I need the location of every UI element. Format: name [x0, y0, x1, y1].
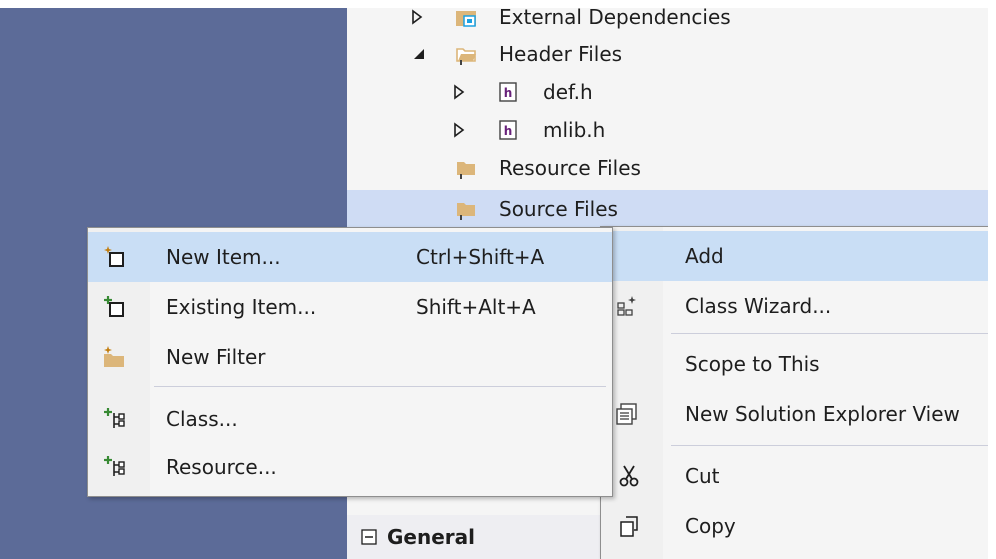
menu-item-label: Scope to This [685, 352, 820, 376]
tree-item-label: Header Files [499, 42, 623, 66]
tree-item-label: Source Files [499, 197, 618, 221]
svg-text:h: h [504, 86, 513, 100]
class-wizard-icon [617, 296, 636, 316]
menu-item-label: New Item... [166, 245, 281, 269]
menu-item-label: Cut [685, 464, 720, 488]
expand-arrow-icon[interactable] [451, 84, 467, 100]
tree-item-source-files[interactable]: Source Files [347, 190, 988, 228]
window-right-edge [988, 0, 996, 559]
existing-item-icon [104, 296, 124, 317]
menu-item-cut[interactable]: Cut [601, 451, 988, 501]
tree-item-def-h[interactable]: h def.h [347, 73, 988, 111]
external-dependencies-icon [456, 11, 476, 27]
menu-item-class-wizard[interactable]: Class Wizard... [601, 281, 988, 331]
header-file-icon: h [499, 82, 517, 102]
tree-item-label: External Dependencies [499, 8, 731, 29]
menu-item-label: Class Wizard... [685, 294, 832, 318]
tree-item-external-dependencies[interactable]: External Dependencies [347, 8, 988, 36]
menu-item-existing-item[interactable]: Existing Item... Shift+Alt+A [88, 282, 612, 332]
menu-item-shortcut: Ctrl+Shift+A [416, 245, 545, 269]
menu-item-new-filter[interactable]: New Filter [88, 332, 612, 382]
add-resource-icon [104, 456, 125, 476]
menu-item-class[interactable]: Class... [88, 394, 612, 444]
new-view-icon [616, 403, 637, 425]
menu-item-label: Add [685, 244, 724, 268]
menu-separator [671, 333, 989, 334]
folder-icon [457, 203, 475, 220]
add-class-icon [104, 408, 125, 428]
copy-icon [620, 516, 638, 537]
menu-item-label: New Filter [166, 345, 266, 369]
new-filter-icon [104, 346, 124, 367]
menu-item-label: Copy [685, 514, 736, 538]
menu-item-copy[interactable]: Copy [601, 501, 988, 551]
expand-arrow-icon[interactable] [409, 9, 425, 25]
menu-item-shortcut: Shift+Alt+A [416, 295, 536, 319]
section-title: General [387, 525, 475, 549]
new-item-icon [104, 246, 124, 267]
folder-open-icon [456, 48, 476, 65]
menu-item-label: Class... [166, 407, 238, 431]
tree-item-mlib-h[interactable]: h mlib.h [347, 111, 988, 149]
menu-item-new-item[interactable]: New Item... Ctrl+Shift+A [88, 232, 612, 282]
tree-item-header-files[interactable]: Header Files [347, 35, 988, 73]
menu-item-label: New Solution Explorer View [685, 402, 960, 426]
menu-item-label: Resource... [166, 455, 277, 479]
collapse-arrow-icon[interactable] [411, 46, 427, 62]
context-menu[interactable]: Add Class Wizard... Scope to This New So… [600, 226, 989, 559]
tree-item-label: Resource Files [499, 156, 641, 180]
svg-text:h: h [504, 124, 513, 138]
scissors-icon [619, 465, 639, 487]
header-file-icon: h [499, 120, 517, 140]
folder-icon [457, 162, 475, 179]
window-top-strip [0, 0, 996, 8]
menu-item-add[interactable]: Add [601, 231, 988, 281]
add-submenu[interactable]: New Item... Ctrl+Shift+A Existing Item..… [87, 227, 613, 497]
collapse-box-icon[interactable] [361, 529, 377, 545]
menu-item-new-solution-explorer-view[interactable]: New Solution Explorer View [601, 389, 988, 439]
expand-arrow-icon[interactable] [451, 122, 467, 138]
menu-separator [154, 386, 606, 387]
menu-item-label: Existing Item... [166, 295, 317, 319]
tree-item-label: mlib.h [543, 118, 606, 142]
menu-item-resource[interactable]: Resource... [88, 442, 612, 492]
tree-item-resource-files[interactable]: Resource Files [347, 149, 988, 187]
tree-item-label: def.h [543, 80, 593, 104]
menu-item-scope-to-this[interactable]: Scope to This [601, 339, 988, 389]
menu-separator [671, 445, 989, 446]
